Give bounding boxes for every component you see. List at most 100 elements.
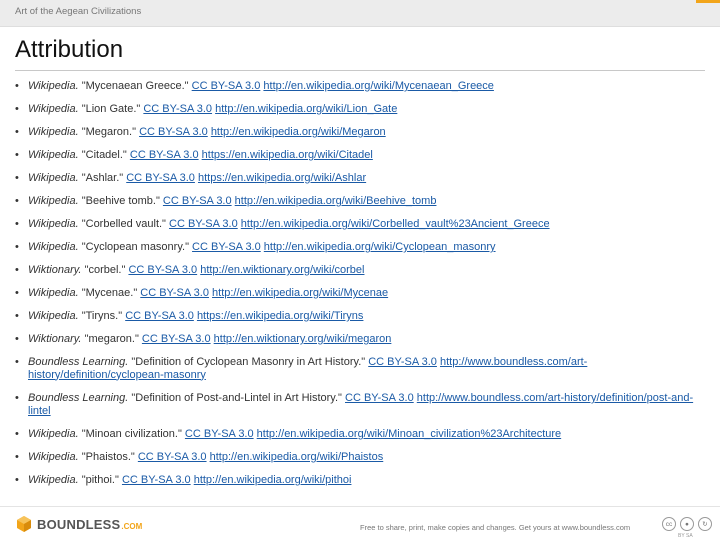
sa-badge-icon: ↻ [698, 517, 712, 531]
source-url-link[interactable]: http://en.wikipedia.org/wiki/Corbelled_v… [241, 218, 550, 230]
source-name: Boundless Learning. [28, 392, 129, 404]
license-link[interactable]: CC BY-SA 3.0 [368, 356, 437, 368]
license-link[interactable]: CC BY-SA 3.0 [130, 149, 199, 161]
source-url-link[interactable]: http://en.wikipedia.org/wiki/Megaron [211, 126, 386, 138]
source-name: Wiktionary. [28, 333, 82, 345]
article-title: "Mycenaean Greece." [81, 80, 189, 92]
license-link[interactable]: CC BY-SA 3.0 [185, 428, 254, 440]
attribution-item: Wiktionary. "megaron." CC BY-SA 3.0 http… [15, 333, 705, 356]
cc-badge: cc [662, 517, 676, 531]
source-name: Wikipedia. [28, 172, 79, 184]
attribution-item: Wikipedia. "Mycenae." CC BY-SA 3.0 http:… [15, 287, 705, 310]
source-url-link[interactable]: https://en.wikipedia.org/wiki/Citadel [202, 149, 373, 161]
source-url-link[interactable]: http://en.wikipedia.org/wiki/Lion_Gate [215, 103, 397, 115]
source-name: Boundless Learning. [28, 356, 129, 368]
source-url-link[interactable]: http://en.wikipedia.org/wiki/Minoan_civi… [257, 428, 561, 440]
attribution-item: Boundless Learning. "Definition of Post-… [15, 392, 705, 428]
article-title: "Megaron." [81, 126, 136, 138]
attribution-item: Wikipedia. "Minoan civilization." CC BY-… [15, 428, 705, 451]
attribution-item: Wikipedia. "Megaron." CC BY-SA 3.0 http:… [15, 126, 705, 149]
footer-tagline: Free to share, print, make copies and ch… [360, 523, 631, 532]
license-link[interactable]: CC BY-SA 3.0 [139, 126, 208, 138]
license-link[interactable]: CC BY-SA 3.0 [142, 333, 211, 345]
attribution-item: Wikipedia. "pithoi." CC BY-SA 3.0 http:/… [15, 474, 705, 497]
article-title: "Minoan civilization." [81, 428, 182, 440]
source-url-link[interactable]: https://en.wikipedia.org/wiki/Ashlar [198, 172, 366, 184]
article-title: "Definition of Cyclopean Masonry in Art … [131, 356, 366, 368]
slide-title: Attribution [15, 36, 124, 63]
license-link[interactable]: CC BY-SA 3.0 [140, 287, 209, 299]
attribution-item: Wiktionary. "corbel." CC BY-SA 3.0 http:… [15, 264, 705, 287]
article-title: "Definition of Post-and-Lintel in Art Hi… [131, 392, 342, 404]
article-title: "Ashlar." [81, 172, 124, 184]
license-link[interactable]: CC BY-SA 3.0 [169, 218, 238, 230]
article-title: "Beehive tomb." [81, 195, 160, 207]
source-name: Wikipedia. [28, 428, 79, 440]
creative-commons-icon[interactable]: cc ● ↻ BY SA [662, 517, 712, 539]
license-link[interactable]: CC BY-SA 3.0 [143, 103, 212, 115]
source-name: Wikipedia. [28, 126, 79, 138]
attribution-item: Wikipedia. "Cyclopean masonry." CC BY-SA… [15, 241, 705, 264]
license-link[interactable]: CC BY-SA 3.0 [163, 195, 232, 207]
attribution-item: Wikipedia. "Citadel." CC BY-SA 3.0 https… [15, 149, 705, 172]
header-bar: Art of the Aegean Civilizations [0, 0, 720, 27]
by-badge-icon: ● [680, 517, 694, 531]
attribution-item: Wikipedia. "Lion Gate." CC BY-SA 3.0 htt… [15, 103, 705, 126]
license-link[interactable]: CC BY-SA 3.0 [128, 264, 197, 276]
course-title: Art of the Aegean Civilizations [15, 6, 142, 17]
source-name: Wikipedia. [28, 195, 79, 207]
source-name: Wikipedia. [28, 241, 79, 253]
source-name: Wikipedia. [28, 80, 79, 92]
article-title: "Phaistos." [81, 451, 135, 463]
attribution-item: Wikipedia. "Beehive tomb." CC BY-SA 3.0 … [15, 195, 705, 218]
title-divider [15, 70, 705, 71]
article-title: "Lion Gate." [81, 103, 141, 115]
source-url-link[interactable]: http://en.wikipedia.org/wiki/Mycenaean_G… [263, 80, 494, 92]
source-name: Wikipedia. [28, 103, 79, 115]
source-name: Wikipedia. [28, 149, 79, 161]
license-link[interactable]: CC BY-SA 3.0 [192, 241, 261, 253]
article-title: "Tiryns." [81, 310, 123, 322]
article-title: "Mycenae." [81, 287, 138, 299]
source-url-link[interactable]: http://en.wikipedia.org/wiki/Mycenae [212, 287, 388, 299]
by-label: BY [678, 533, 685, 539]
article-title: "corbel." [84, 264, 126, 276]
attribution-item: Boundless Learning. "Definition of Cyclo… [15, 356, 705, 392]
boundless-logo-icon [17, 516, 31, 532]
attribution-list: Wikipedia. "Mycenaean Greece." CC BY-SA … [15, 80, 705, 497]
logo-suffix: .COM [121, 521, 143, 531]
cc-badge-labels: BY SA [678, 533, 693, 539]
attribution-item: Wikipedia. "Ashlar." CC BY-SA 3.0 https:… [15, 172, 705, 195]
attribution-item: Wikipedia. "Corbelled vault." CC BY-SA 3… [15, 218, 705, 241]
source-name: Wikipedia. [28, 287, 79, 299]
source-url-link[interactable]: http://en.wikipedia.org/wiki/Cyclopean_m… [264, 241, 496, 253]
article-title: "Cyclopean masonry." [81, 241, 189, 253]
license-link[interactable]: CC BY-SA 3.0 [125, 310, 194, 322]
article-title: "megaron." [84, 333, 139, 345]
license-link[interactable]: CC BY-SA 3.0 [122, 474, 191, 486]
source-name: Wiktionary. [28, 264, 82, 276]
source-url-link[interactable]: http://en.wikipedia.org/wiki/Beehive_tom… [235, 195, 437, 207]
source-name: Wikipedia. [28, 218, 79, 230]
license-link[interactable]: CC BY-SA 3.0 [345, 392, 414, 404]
source-url-link[interactable]: http://en.wikipedia.org/wiki/Phaistos [210, 451, 384, 463]
license-link[interactable]: CC BY-SA 3.0 [192, 80, 261, 92]
header-accent-stripe [696, 0, 720, 3]
license-link[interactable]: CC BY-SA 3.0 [138, 451, 207, 463]
article-title: "pithoi." [81, 474, 119, 486]
attribution-item: Wikipedia. "Phaistos." CC BY-SA 3.0 http… [15, 451, 705, 474]
source-url-link[interactable]: http://en.wiktionary.org/wiki/megaron [214, 333, 392, 345]
article-title: "Citadel." [81, 149, 127, 161]
source-url-link[interactable]: http://en.wikipedia.org/wiki/pithoi [194, 474, 352, 486]
footer: BOUNDLESS .COM Free to share, print, make… [0, 506, 720, 541]
source-url-link[interactable]: https://en.wikipedia.org/wiki/Tiryns [197, 310, 364, 322]
article-title: "Corbelled vault." [81, 218, 166, 230]
sa-label: SA [685, 533, 693, 539]
source-name: Wikipedia. [28, 310, 79, 322]
boundless-logo[interactable]: BOUNDLESS .COM [15, 514, 142, 534]
source-name: Wikipedia. [28, 474, 79, 486]
source-url-link[interactable]: http://en.wiktionary.org/wiki/corbel [200, 264, 364, 276]
logo-wordmark: BOUNDLESS [37, 516, 121, 532]
attribution-item: Wikipedia. "Mycenaean Greece." CC BY-SA … [15, 80, 705, 103]
license-link[interactable]: CC BY-SA 3.0 [126, 172, 195, 184]
